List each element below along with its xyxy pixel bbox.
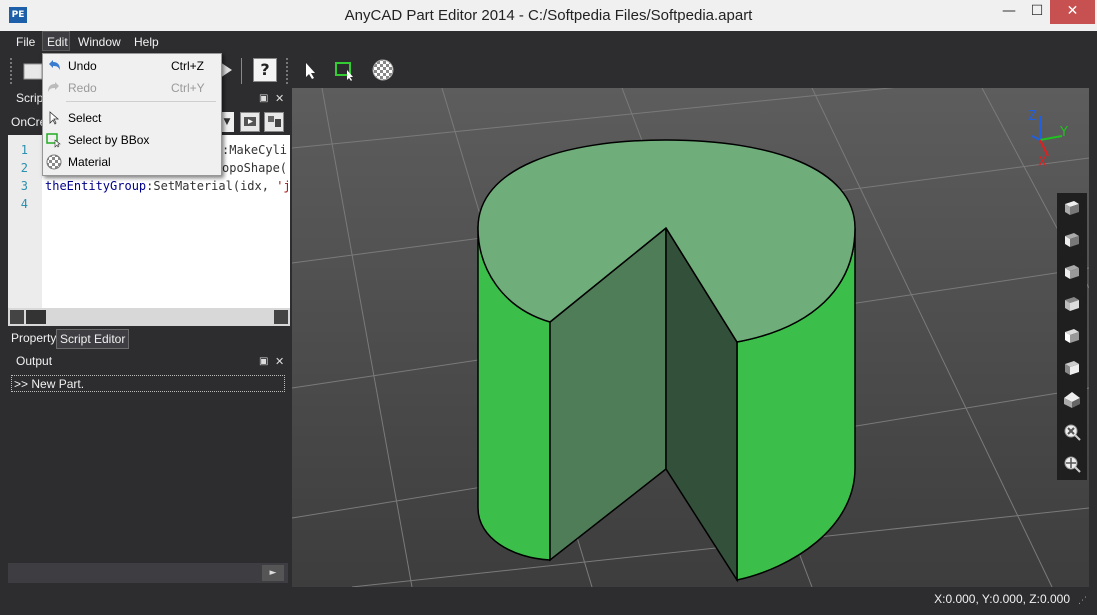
view-right-icon[interactable] [1062,358,1082,378]
close-panel-icon[interactable]: ✕ [275,355,284,368]
scroll-right-icon[interactable]: ► [262,565,284,581]
coordinates-readout: X:0.000, Y:0.000, Z:0.000 [934,592,1070,606]
view-iso-icon[interactable] [1062,390,1082,410]
menu-item-label: Undo [68,59,97,73]
editor-horizontal-scrollbar[interactable] [8,308,290,326]
code-object: theEntityGroup [45,179,147,193]
axis-x-label: X [1038,155,1047,170]
output-line: >> New Part. [11,375,285,392]
code-call: :SetMaterial(idx, [146,179,277,193]
tab-property[interactable]: Property [8,329,59,347]
pin-icon[interactable]: ▣ [259,93,268,104]
chevron-down-icon[interactable]: ▼ [220,112,234,132]
3d-viewport[interactable]: Z Y X [292,88,1089,587]
menu-bar [0,31,1097,53]
scroll-right-icon[interactable] [274,310,288,324]
menu-file[interactable]: File [10,31,46,53]
material-icon[interactable] [371,58,395,82]
zoom-fit-icon[interactable] [1062,422,1082,442]
redo-icon [46,80,62,96]
line-number: 1 [20,143,28,157]
script-options-icon[interactable] [264,112,284,132]
line-number: 4 [20,197,28,211]
axis-triad: Z Y X [1028,109,1068,170]
tab-script-editor[interactable]: Script Editor [56,329,130,349]
viewport-scene: Z Y X [292,88,1089,587]
axis-y-label: Y [1059,125,1068,140]
window-title: AnyCAD Part Editor 2014 - C:/Softpedia F… [344,7,753,24]
code-line[interactable]: theEntityGroup:SetMaterial(idx, 'jade [45,179,288,193]
toolbar-grip[interactable] [286,58,291,84]
menu-separator [66,101,216,102]
undo-icon [46,58,62,74]
menu-item-shortcut: Ctrl+Z [171,59,204,73]
zoom-all-icon[interactable] [1062,454,1082,474]
cursor-icon [46,110,62,126]
line-number: 2 [20,161,28,175]
menu-window[interactable]: Window [78,31,121,53]
menu-item-label: Select by BBox [68,133,150,147]
line-number: 3 [20,179,28,193]
resize-grip-icon[interactable]: ⋰ [1078,596,1087,606]
material-icon [46,154,62,170]
axis-z-label: Z [1028,109,1037,124]
output-horizontal-scrollbar[interactable] [8,563,288,583]
scroll-thumb[interactable] [26,310,46,324]
code-line[interactable]: :MakeCylir [222,143,288,157]
close-panel-icon[interactable]: ✕ [275,92,284,105]
maximize-button[interactable]: ☐ [1024,0,1050,24]
run-script-icon[interactable] [240,112,260,132]
view-front-icon[interactable] [1062,262,1082,282]
menu-edit[interactable]: Edit [42,31,70,51]
menu-item-shortcut: Ctrl+Y [171,81,205,95]
view-back-icon[interactable] [1062,294,1082,314]
output-area[interactable] [8,372,288,585]
view-top-icon[interactable] [1062,198,1082,218]
bbox-select-icon [46,132,62,148]
scroll-left-icon[interactable] [10,310,24,324]
pin-icon[interactable]: ▣ [259,356,268,367]
minimize-button[interactable]: — [994,0,1024,24]
menu-item-label: Material [68,155,111,169]
close-button[interactable]: ✕ [1050,0,1095,24]
bbox-select-icon[interactable] [333,58,357,82]
output-panel-title: Output [16,354,53,368]
menu-item-label: Redo [68,81,97,95]
help-button[interactable]: ? [253,58,277,82]
menu-help[interactable]: Help [134,31,159,53]
view-left-icon[interactable] [1062,326,1082,346]
toolbar-separator [241,58,242,84]
select-cursor-icon[interactable] [298,58,322,82]
code-string: 'jade [276,179,288,193]
code-line[interactable]: opoShape( [222,161,288,175]
view-bottom-icon[interactable] [1062,230,1082,250]
menu-item-label: Select [68,111,102,125]
toolbar-grip[interactable] [10,58,15,84]
